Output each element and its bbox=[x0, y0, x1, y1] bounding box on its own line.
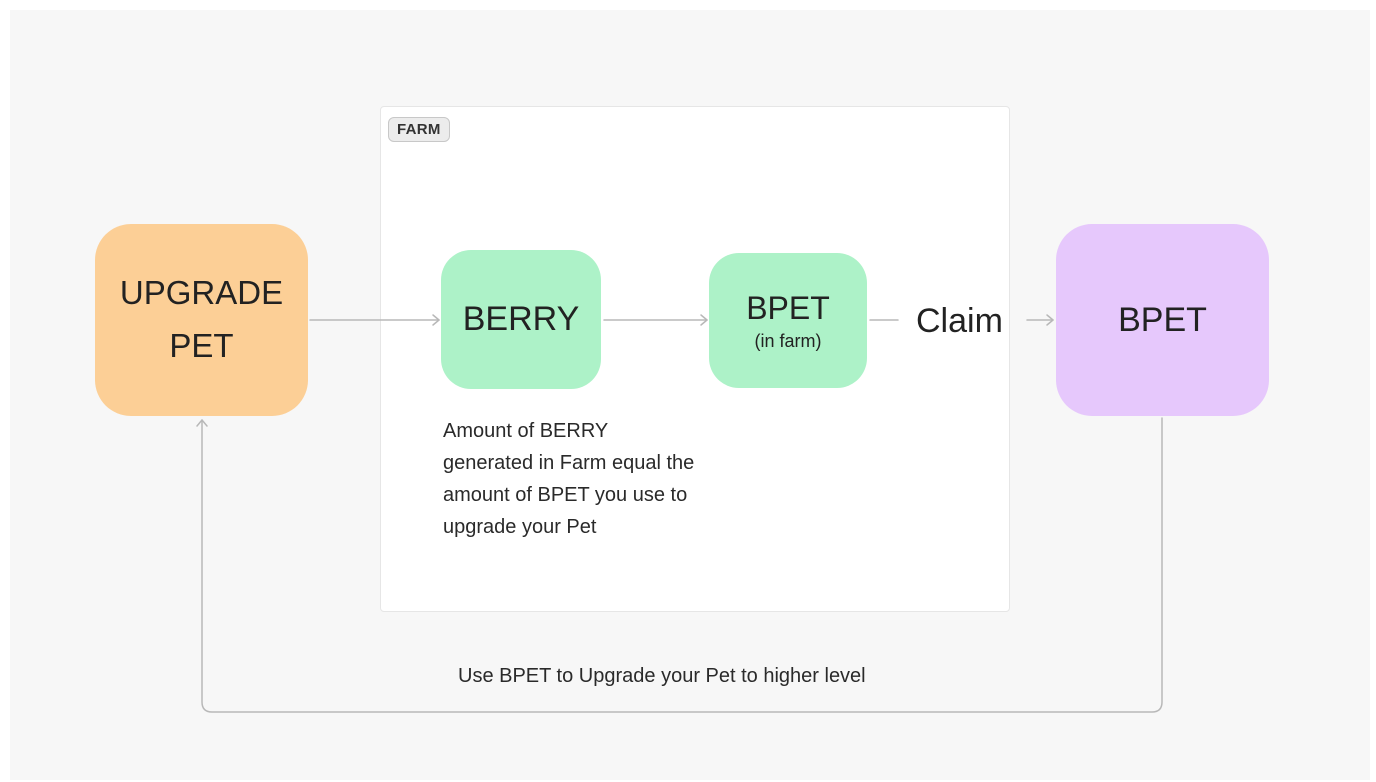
berry-note: Amount of BERRY generated in Farm equal … bbox=[443, 420, 695, 538]
node-berry: BERRY bbox=[441, 250, 601, 389]
node-bpet-in-farm: BPET (in farm) bbox=[709, 253, 867, 388]
node-upgrade-pet-line1: UPGRADE bbox=[119, 274, 284, 312]
node-bpet-in-farm-sublabel: (in farm) bbox=[754, 330, 822, 351]
node-bpet-label: BPET bbox=[1118, 300, 1207, 339]
node-berry-label: BERRY bbox=[462, 300, 580, 338]
node-upgrade-pet: UPGRADE PET bbox=[95, 224, 308, 416]
node-bpet-in-farm-label: BPET bbox=[746, 289, 830, 326]
node-upgrade-pet-line2: PET bbox=[169, 327, 234, 364]
node-bpet: BPET bbox=[1056, 224, 1269, 416]
loop-label: Use BPET to Upgrade your Pet to higher l… bbox=[458, 665, 866, 687]
claim-label: Claim bbox=[916, 302, 1003, 340]
